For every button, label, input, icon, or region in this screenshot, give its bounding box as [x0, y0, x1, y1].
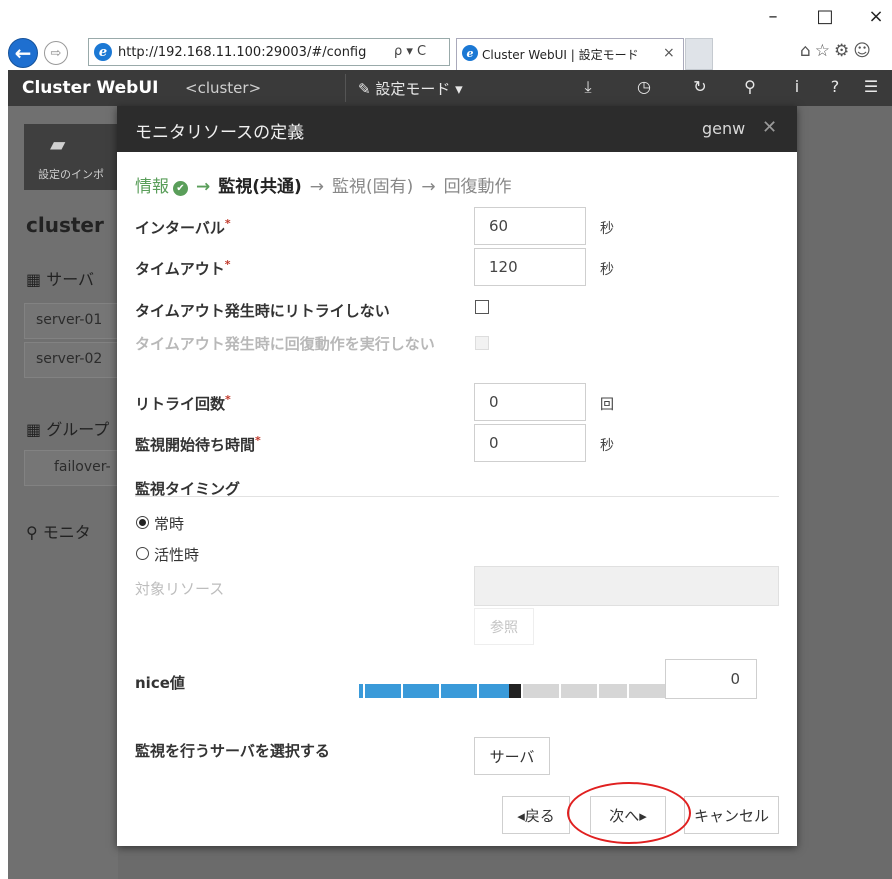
retry-count-input[interactable]: 0 — [474, 383, 586, 421]
wait-time-input[interactable]: 0 — [474, 424, 586, 462]
tree-servers-heading: ▦ サーバ — [26, 270, 95, 289]
cluster-name: <cluster> — [185, 79, 262, 97]
nice-input[interactable]: 0 — [665, 659, 757, 699]
no-retry-checkbox[interactable] — [475, 300, 489, 314]
timing-active-label[interactable]: 活性時 — [154, 544, 199, 565]
interval-label: インターバル* — [135, 217, 231, 237]
nice-label: nice値 — [135, 674, 185, 692]
minimize-icon[interactable]: – — [761, 6, 785, 27]
step-arrow-icon: → — [309, 177, 325, 197]
back-button[interactable]: ◂戻る — [502, 796, 570, 834]
slider-handle[interactable] — [509, 684, 521, 698]
menu-icon[interactable]: ☰ — [861, 77, 881, 96]
user-label: genw — [702, 119, 746, 138]
timeout-input[interactable]: 120 — [474, 248, 586, 286]
no-recovery-checkbox — [475, 336, 489, 350]
import-card-label: 設定のインポ — [38, 168, 104, 181]
tree-group-label: failover- — [54, 459, 111, 475]
download-icon[interactable]: ⤓ — [578, 77, 598, 97]
step-monitor-specific: 監視(固有) — [332, 177, 414, 197]
retry-count-unit: 回 — [600, 397, 614, 413]
no-retry-label: タイムアウト発生時にリトライしない — [135, 302, 390, 320]
tree-groups-heading: ▦ グループ — [26, 420, 110, 439]
no-recovery-label: タイムアウト発生時に回復動作を実行しない — [135, 335, 435, 353]
server-select-label: 監視を行うサーバを選択する — [135, 742, 330, 760]
step-info[interactable]: 情報 — [135, 177, 169, 197]
server-button[interactable]: サーバ — [474, 737, 550, 775]
maximize-icon[interactable]: □ — [813, 6, 837, 27]
window-left-edge — [0, 70, 8, 879]
back-arrow-icon[interactable]: ← — [8, 38, 38, 68]
app-title[interactable]: Cluster WebUI — [22, 78, 158, 98]
forward-arrow-icon[interactable]: ⇨ — [44, 41, 68, 65]
check-circle-icon: ✔ — [173, 181, 188, 196]
refresh-icon[interactable]: ↻ — [690, 77, 710, 96]
tree-monitors-heading: ⚲ モニタ — [26, 523, 91, 542]
url-text[interactable]: http://192.168.11.100:29003/#/config — [118, 45, 366, 60]
tree-server-label: server-02 — [36, 351, 103, 367]
target-resource-label: 対象リソース — [135, 580, 225, 598]
tree-cluster: cluster — [26, 213, 104, 237]
retry-count-label: リトライ回数* — [135, 393, 231, 413]
tree-server-label: server-01 — [36, 312, 103, 328]
interval-input[interactable]: 60 — [474, 207, 586, 245]
dialog-title: モニタリソースの定義 — [135, 123, 305, 143]
tab-ie-icon: e — [462, 45, 478, 61]
highlight-circle — [567, 782, 691, 844]
key-icon[interactable]: ⚲ — [740, 77, 760, 96]
timeout-unit: 秒 — [600, 262, 614, 278]
wizard-steps: 情報 ✔ → 監視(共通) → 監視(固有) → 回復動作 — [135, 172, 512, 197]
step-arrow-icon: → — [421, 177, 436, 197]
timing-active-radio[interactable] — [136, 547, 149, 560]
ie-logo-icon: e — [94, 43, 112, 61]
timing-always-label[interactable]: 常時 — [154, 513, 184, 534]
header-divider — [345, 74, 346, 102]
interval-unit: 秒 — [600, 221, 614, 237]
browser-toolbar-icons[interactable]: ⌂☆⚙☺ — [800, 41, 875, 61]
target-resource-input — [474, 566, 779, 606]
right-backdrop — [796, 106, 892, 879]
clock-icon[interactable]: ◷ — [634, 77, 654, 96]
config-mode-menu[interactable]: ✎ 設定モード ▾ — [358, 78, 463, 99]
folder-icon: ▰ — [50, 132, 66, 156]
step-arrow-icon: → — [196, 177, 211, 197]
window-right-edge — [884, 106, 892, 879]
close-window-icon[interactable]: × — [864, 6, 888, 27]
timeout-label: タイムアウト* — [135, 258, 231, 278]
search-refresh-icons[interactable]: ρ ▾ C — [394, 44, 426, 59]
wait-time-unit: 秒 — [600, 438, 614, 454]
new-tab-button[interactable] — [685, 38, 713, 70]
wait-time-label: 監視開始待ち時間* — [135, 434, 261, 454]
nice-slider[interactable] — [359, 684, 665, 698]
close-icon[interactable]: ✕ — [762, 117, 777, 138]
browser-titlebar — [0, 0, 892, 32]
browse-button: 参照 — [474, 608, 534, 645]
timing-always-radio[interactable] — [136, 516, 149, 529]
tab-title: Cluster WebUI | 設定モード — [482, 48, 639, 62]
tab-close-icon[interactable]: × — [663, 45, 675, 61]
step-monitor-common: 監視(共通) — [218, 177, 302, 197]
info-icon[interactable]: i — [787, 77, 807, 96]
timing-divider — [135, 496, 779, 497]
step-recovery: 回復動作 — [443, 177, 512, 197]
help-icon[interactable]: ? — [825, 77, 845, 96]
cancel-button[interactable]: キャンセル — [684, 796, 779, 834]
